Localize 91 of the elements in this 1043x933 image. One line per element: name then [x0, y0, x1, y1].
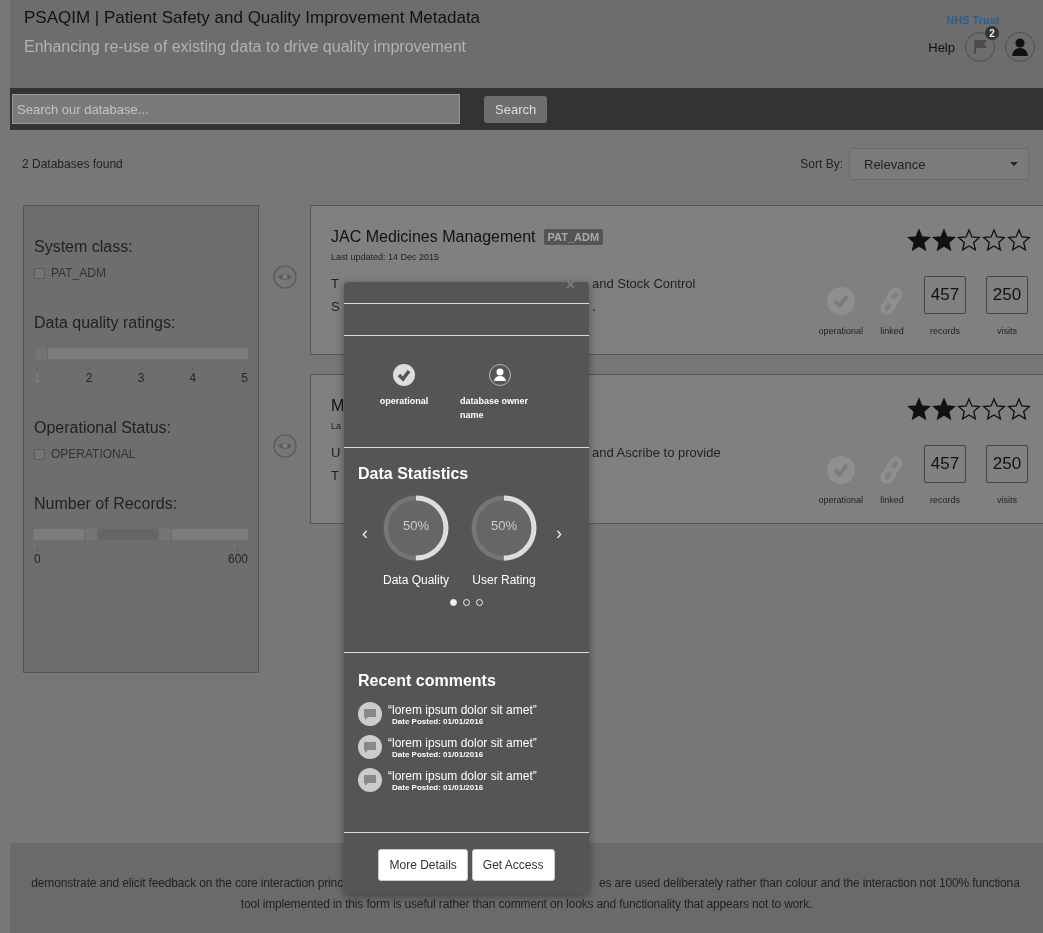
site-title: PSAQIM | Patient Safety and Quality Improvement Metadata: [24, 8, 481, 28]
check-icon: [393, 364, 415, 386]
site-subtitle: Enhancing re-use of existing data to drive quality improvement: [24, 38, 467, 56]
tick-label: 1: [34, 371, 41, 385]
last-updated: Last updated: 14 Dec 2015: [331, 252, 441, 262]
description-text: T: [331, 467, 339, 485]
star-icon: [1007, 397, 1031, 421]
previous-button[interactable]: ‹: [358, 523, 372, 544]
star-icon: [907, 397, 931, 421]
gauge-label: User Rating: [472, 573, 536, 587]
sort-label: Sort By:: [800, 157, 843, 171]
description-text: T: [331, 275, 339, 293]
gauge-reading: 50%: [490, 518, 518, 533]
checkbox[interactable]: [34, 267, 45, 279]
comment-date: Date Posted: 01/01/2016: [392, 749, 485, 759]
star-icon: [982, 228, 1006, 252]
action-button[interactable]: Get Access: [471, 849, 555, 881]
footer-text: demonstrate and elicit feedback on the core interaction princ: [30, 876, 343, 890]
comment-date: Date Posted: 01/01/2016: [392, 716, 485, 726]
sort-dropdown[interactable]: Relevance: [849, 148, 1029, 180]
filter-title: Operational Status:: [34, 419, 172, 437]
comment-icon: [358, 702, 382, 726]
description-text: and Ascribe to provide: [592, 444, 721, 462]
description-text: .: [592, 298, 596, 316]
comment-date: Date Posted: 01/01/2016: [392, 782, 485, 792]
status-label: operational: [818, 495, 863, 505]
comment-text: “lorem ipsum dolor sit amet”: [388, 702, 537, 717]
footer-text: es are used deliberately rather than colour and the interaction not 100% functiona: [599, 876, 1020, 890]
database-title[interactable]: M: [331, 397, 345, 415]
tick-label: 2: [85, 371, 93, 385]
star-icon: [932, 228, 956, 252]
comment-text: “lorem ipsum dolor sit amet”: [388, 768, 537, 783]
results-count: 2 Databases found: [22, 157, 123, 171]
stat-label: records: [930, 326, 960, 336]
org-name: NHS Trust: [946, 14, 1000, 26]
database-title[interactable]: JAC Medicines Management: [331, 228, 536, 246]
star-icon: [982, 397, 1006, 421]
page-dot[interactable]: [450, 599, 457, 606]
last-updated: La: [331, 421, 342, 431]
eye-icon[interactable]: [273, 434, 297, 458]
owner-name: database owner name: [460, 395, 530, 422]
help-link[interactable]: Help: [928, 39, 955, 55]
checkbox[interactable]: [34, 448, 45, 460]
filter-title: System class:: [34, 238, 134, 256]
stat-value: 250: [986, 276, 1028, 314]
filter-option: PAT_ADM: [51, 266, 106, 280]
user-icon: [1012, 38, 1028, 56]
section-title: Data Statistics: [358, 465, 470, 483]
description-text: U: [331, 444, 341, 462]
star-icon: [957, 397, 981, 421]
star-icon: [932, 397, 956, 421]
star-icon: [907, 228, 931, 252]
next-button[interactable]: ›: [552, 523, 566, 544]
stat-label: records: [930, 495, 960, 505]
status-label: operational: [818, 326, 863, 336]
tick-label: 0: [34, 552, 41, 566]
stat-value: 250: [986, 445, 1028, 483]
user-icon: [489, 364, 511, 386]
stat-label: visits: [997, 495, 1017, 505]
tick-label: 3: [137, 371, 145, 385]
action-button[interactable]: More Details: [378, 849, 468, 881]
comment-icon: [358, 768, 382, 792]
search-field[interactable]: Search our database...: [12, 94, 460, 124]
description-text: and Stock Control: [592, 275, 696, 293]
tick-label: 600: [227, 552, 248, 566]
gauge-label: Data Quality: [383, 573, 449, 587]
notification-count: 2: [985, 26, 999, 40]
comment-icon: [358, 735, 382, 759]
class-tag: PAT_ADM: [543, 229, 604, 245]
comment-text: “lorem ipsum dolor sit amet”: [388, 735, 537, 750]
status-label: operational: [379, 396, 429, 406]
footer-text: tool implemented in this form is useful rather than comment on looks and functionality that appears not to work.: [240, 897, 813, 911]
tick-label: 4: [189, 371, 197, 385]
status-label: linked: [880, 326, 904, 336]
star-icon: [1007, 228, 1031, 252]
caret-icon: [1010, 162, 1018, 166]
filter-title: Number of Records:: [34, 495, 179, 513]
gauge-reading: 50%: [402, 518, 430, 533]
filter-option: OPERATIONAL: [51, 447, 136, 461]
eye-icon[interactable]: [273, 265, 297, 289]
stat-label: visits: [997, 326, 1017, 336]
stat-value: 457: [924, 276, 966, 314]
search-button[interactable]: Search: [484, 95, 548, 123]
status-label: linked: [880, 495, 904, 505]
flag-icon: [973, 39, 987, 55]
description-text: S: [331, 298, 340, 316]
filter-title: Data quality ratings:: [34, 314, 177, 332]
section-title: Recent comments: [358, 672, 497, 690]
tick-label: 5: [241, 371, 248, 385]
star-icon: [957, 228, 981, 252]
stat-value: 457: [924, 445, 966, 483]
